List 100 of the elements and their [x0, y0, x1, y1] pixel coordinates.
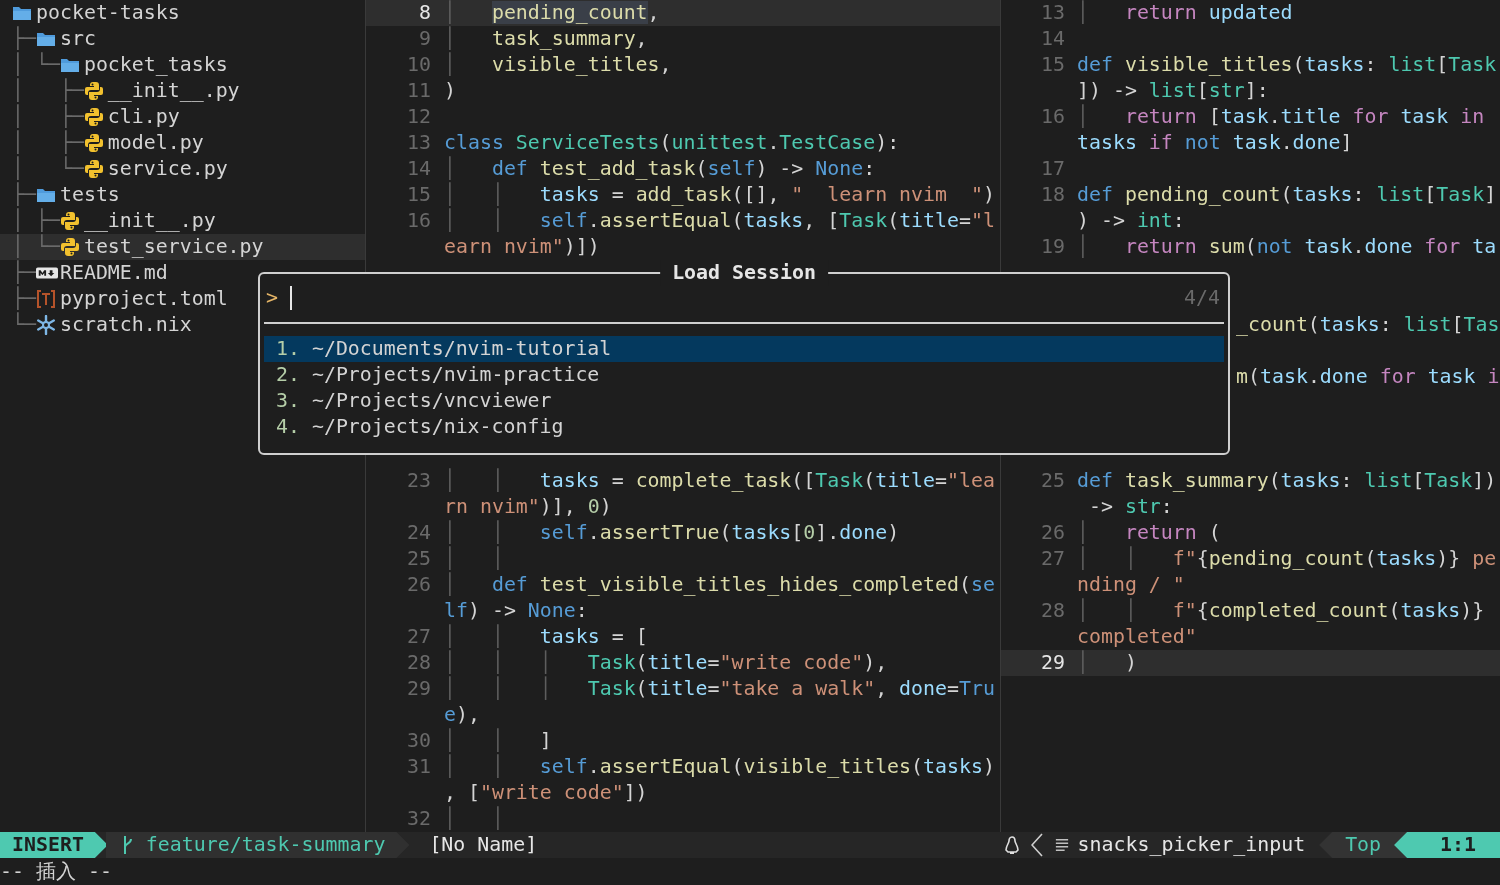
tree-item[interactable]: scratch.nix [59, 312, 192, 338]
code-line: , ["write code"]) [444, 780, 648, 806]
code-line: │ │ [444, 806, 504, 832]
tree-item[interactable]: test_service.py [83, 234, 264, 260]
code-line: ) -> int: [1077, 208, 1185, 234]
line-number: 14 [1041, 27, 1065, 50]
code-line: def task_summary(tasks: list[Task]) [1077, 468, 1497, 494]
code-line: │ │ self.assertEqual(tasks, [Task(title="l [444, 208, 995, 234]
code-line: -> str: [1087, 494, 1173, 520]
line-number: 15 [1041, 53, 1065, 76]
code-line: │ │ tasks = complete_task([Task(title="lea [444, 468, 995, 494]
line-number: 15 [407, 183, 431, 206]
line-number: 23 [407, 469, 431, 492]
python-icon [83, 133, 104, 153]
code-line: _count(tasks: list[Tas [1236, 312, 1500, 338]
tree-guide: └─ [12, 312, 36, 338]
code-line: e), [444, 702, 480, 728]
code-line: completed" [1077, 624, 1197, 650]
code-line: tasks if not task.done] [1077, 130, 1353, 156]
line-number: 26 [407, 573, 431, 596]
tree-item[interactable]: tests [59, 182, 120, 208]
tree-guide: │ └─ [12, 234, 60, 260]
line-number: 13 [1041, 1, 1065, 24]
line-number: 14 [407, 157, 431, 180]
bracket-icon [35, 289, 56, 309]
tree-guide: │ └─ [12, 156, 84, 182]
code-line: │ │ self.assertTrue(tasks[0].done) [444, 520, 900, 546]
code-line: rn nvim")], 0) [444, 494, 612, 520]
code-line: │ │ │ Task(title="write code"), [444, 650, 888, 676]
tree-guide: ├─ [12, 182, 36, 208]
python-icon [83, 107, 104, 127]
code-line: │ │ self.assertEqual(visible_titles(tasks) [444, 754, 995, 780]
match-count: 4/4 [1184, 285, 1220, 311]
line-number: 16 [1041, 105, 1065, 128]
python-icon [59, 211, 80, 231]
code-line: │ return updated [1077, 0, 1293, 26]
cursor-position: 1:1 [1394, 832, 1500, 858]
tree-item[interactable]: model.py [107, 130, 204, 156]
line-number: 24 [407, 521, 431, 544]
line-number: 13 [407, 131, 431, 154]
tree-item[interactable]: __init__.py [107, 78, 240, 104]
tree-guide: │ ├─ [12, 78, 84, 104]
line-number: 8 [419, 1, 431, 24]
line-number: 30 [407, 729, 431, 752]
code-line: │ │ [444, 546, 504, 572]
line-number: 32 [407, 807, 431, 830]
tree-item[interactable]: src [59, 26, 96, 52]
tree-guide: │ ├─ [12, 130, 84, 156]
code-line: class ServiceTests(unittest.TestCase): [444, 130, 900, 156]
code-line: def visible_titles(tasks: list[Task [1077, 52, 1497, 78]
tree-item[interactable]: pyproject.toml [59, 286, 228, 312]
code-line: nding / " [1077, 572, 1185, 598]
tree-guide: ├─ [12, 260, 36, 286]
session-item[interactable]: 4. ~/Projects/nix-config [264, 414, 1224, 440]
code-line: earn nvim")]) [444, 234, 600, 260]
snowflake-icon [35, 315, 56, 335]
line-number: 9 [419, 27, 431, 50]
code-line: ) [444, 78, 456, 104]
code-line: │ return [task.title for task in [1077, 104, 1485, 130]
line-number: 27 [407, 625, 431, 648]
code-line: │ │ f"{completed_count(tasks)} [1077, 598, 1485, 624]
file-name: [No Name] [429, 832, 538, 858]
session-item[interactable]: 1. ~/Documents/nvim-tutorial [264, 336, 1224, 362]
line-number: 28 [407, 651, 431, 674]
line-number: 29 [407, 677, 431, 700]
session-item[interactable]: 3. ~/Projects/vncviewer [264, 388, 1224, 414]
command-line: -- 插入 -- [0, 860, 112, 883]
tree-item[interactable]: __init__.py [83, 208, 216, 234]
line-number: 10 [407, 53, 431, 76]
session-item[interactable]: 2. ~/Projects/nvim-practice [264, 362, 1224, 388]
code-line: ]) -> list[str]: [1077, 78, 1269, 104]
line-number: 17 [1041, 157, 1065, 180]
tree-item[interactable]: pocket-tasks [36, 0, 180, 26]
code-line: │ task_summary, [444, 26, 648, 52]
code-line: │ def test_visible_titles_hides_completed(se [444, 572, 995, 598]
file-type: snacks_picker_input [1077, 832, 1306, 858]
code-line: │ │ tasks = add_task([], " learn nvim ") [444, 182, 995, 208]
code-line: │ │ │ Task(title="take a walk", done=Tru [444, 676, 995, 702]
line-number: 11 [407, 79, 431, 102]
code-line: │ visible_titles, [444, 52, 672, 78]
line-number: 27 [1041, 547, 1065, 570]
tree-item[interactable]: service.py [107, 156, 228, 182]
line-number: 28 [1041, 599, 1065, 622]
tree-item[interactable]: cli.py [107, 104, 180, 130]
code-line: def pending_count(tasks: list[Task] [1077, 182, 1497, 208]
python-icon [83, 159, 104, 179]
tree-guide: ├─ [12, 26, 36, 52]
line-number: 16 [407, 209, 431, 232]
tree-item[interactable]: pocket_tasks [83, 52, 228, 78]
tree-guide: │ ├─ [12, 104, 84, 130]
python-icon [59, 237, 80, 257]
chevron-icon [1030, 833, 1043, 857]
line-number: 25 [1041, 469, 1065, 492]
code-line: │ return ( [1077, 520, 1221, 546]
tree-guide: ├─ [12, 286, 36, 312]
line-number: 25 [407, 547, 431, 570]
line-number: 31 [407, 755, 431, 778]
code-line: │ ) [1077, 650, 1137, 676]
tree-guide: │ ├─ [12, 208, 60, 234]
tree-item[interactable]: README.md [59, 260, 168, 286]
